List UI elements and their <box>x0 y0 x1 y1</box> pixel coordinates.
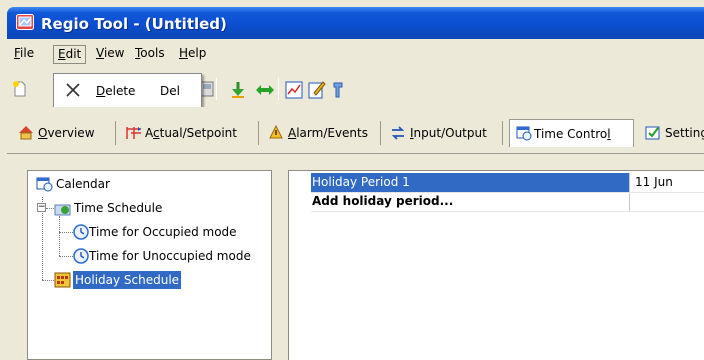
tab-settings[interactable]: Setting <box>641 121 704 145</box>
tree-collapse-toggle[interactable]: − <box>37 203 46 212</box>
tab-input-output[interactable]: Input/Output <box>386 121 503 145</box>
tree-line <box>59 232 73 233</box>
tab-time-control[interactable]: Time Control <box>509 119 634 147</box>
edit-notes-icon[interactable] <box>308 80 326 99</box>
schedule-group-icon <box>54 204 71 216</box>
app-icon <box>16 14 34 30</box>
toolbar-separator <box>278 78 279 100</box>
input-output-arrows-icon <box>391 126 405 140</box>
delete-x-icon <box>66 83 80 97</box>
menu-view[interactable]: View <box>92 45 128 64</box>
calendar-clock-icon <box>516 126 532 141</box>
settings-check-icon <box>645 126 660 140</box>
sync-arrows-icon[interactable] <box>255 83 275 97</box>
toolbar-separator <box>216 78 217 100</box>
delete-shortcut: Del <box>160 84 180 98</box>
holiday-calendar-icon <box>54 272 71 288</box>
download-arrow-icon[interactable] <box>229 81 247 99</box>
alarm-bell-icon <box>269 125 283 139</box>
wrench-tool-icon[interactable] <box>330 80 346 99</box>
tree-line <box>46 208 54 209</box>
tree-line <box>59 256 73 257</box>
new-file-icon[interactable] <box>12 80 28 98</box>
tree-line <box>42 280 54 281</box>
menu-tools[interactable]: Tools <box>131 45 169 64</box>
setpoint-arrows-icon <box>126 127 141 139</box>
delete-label: Delete <box>96 84 136 98</box>
calendar-icon <box>36 177 53 192</box>
window-title: Regio Tool - (Untitled) <box>41 15 227 33</box>
clock-icon <box>73 224 89 240</box>
row-divider <box>311 192 704 193</box>
holiday-date-cell[interactable]: 11 Jun <box>635 175 673 189</box>
desktop-edge-left <box>0 0 7 360</box>
toolbar-partial-icon[interactable] <box>200 80 214 98</box>
holiday-name-cell[interactable]: Holiday Period 1 <box>311 173 629 192</box>
tree-line <box>59 216 60 256</box>
tab-actual-setpoint[interactable]: Actual/Setpoint <box>121 121 259 145</box>
menu-help[interactable]: Help <box>175 45 210 64</box>
trend-chart-icon[interactable] <box>285 81 303 99</box>
tab-overview[interactable]: Overview <box>14 121 116 145</box>
add-holiday-period-row[interactable]: Add holiday period... <box>312 194 453 208</box>
row-divider <box>311 211 704 212</box>
clock-icon <box>73 248 89 264</box>
menu-edit[interactable]: Edit <box>53 45 87 64</box>
tab-alarm-events[interactable]: Alarm/Events <box>264 121 381 145</box>
house-icon <box>19 126 33 140</box>
desktop-edge-top <box>0 0 704 7</box>
menu-file[interactable]: File <box>10 45 38 64</box>
